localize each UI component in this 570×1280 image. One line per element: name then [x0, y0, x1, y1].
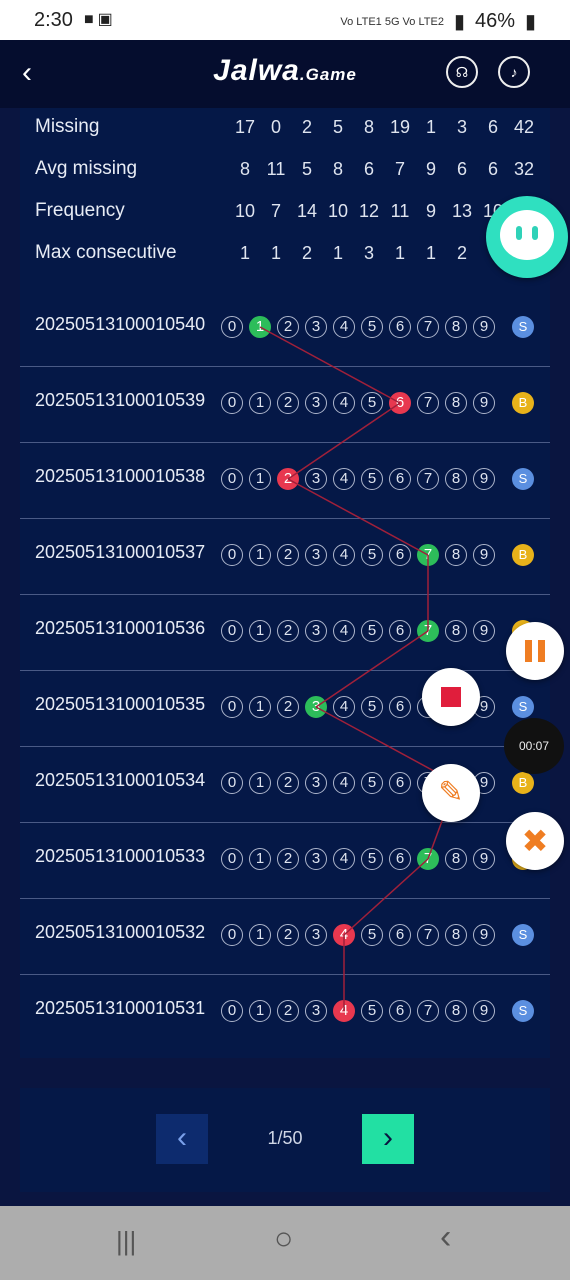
chevron-right-icon: › [383, 1121, 393, 1154]
tools-icon: ✖ [521, 823, 549, 859]
app-logo: Jalwa.Game [0, 54, 570, 88]
previous-page-button[interactable]: ‹ [156, 1114, 208, 1164]
chat-bot-button[interactable] [486, 196, 568, 278]
trend-segment [259, 326, 401, 404]
trend-panel: Missing 17 0 2 5 8 19 1 3 6 42 Avg missing 8 11 5 8 6 7 9 6… [20, 108, 550, 1058]
status-left-icons: ■▣ [84, 9, 117, 29]
network-label: Vo LTE1 5G Vo LTE2 [340, 15, 444, 28]
page-indicator: 1/50 [267, 1128, 303, 1148]
trend-line-chart [259, 326, 457, 1011]
pause-recording-button[interactable] [506, 622, 564, 680]
battery-icon: ▮ [524, 11, 536, 33]
logo-suffix: .Game [299, 65, 357, 84]
brush-icon: ✎ [438, 776, 464, 809]
pagination: ‹ 1/50 › [20, 1088, 550, 1192]
trend-segment [287, 402, 401, 480]
status-time: 2:30 [34, 9, 73, 31]
logo-main: Jalwa [213, 54, 300, 87]
trend-segment [315, 630, 429, 708]
chat-bot-icon [500, 210, 554, 260]
battery-level: 46% [474, 10, 515, 32]
stop-icon [441, 687, 461, 707]
pause-icon [525, 640, 532, 662]
home-button[interactable]: ○ [274, 1220, 293, 1257]
status-right: Vo LTE1 5G Vo LTE2 ▮ 46% ▮ [340, 9, 536, 34]
music-icon[interactable]: ♪ [498, 56, 530, 88]
system-nav-bar: ||| ○ ‹ [0, 1206, 570, 1280]
chevron-left-icon: ‹ [177, 1121, 187, 1154]
signal-icon: ▮ [453, 11, 465, 33]
image-icon: ▣ [97, 11, 117, 28]
back-nav-button[interactable]: ‹ [440, 1218, 451, 1257]
draw-tool-button[interactable]: ✎ [422, 764, 480, 822]
recording-timer: 00:07 [504, 718, 564, 774]
tools-button[interactable]: ✖ [506, 812, 564, 870]
recents-button[interactable]: ||| [116, 1226, 136, 1257]
status-bar: 2:30 ■▣ Vo LTE1 5G Vo LTE2 ▮ 46% ▮ [0, 0, 570, 40]
customer-service-icon[interactable]: ☊ [446, 56, 478, 88]
stop-recording-button[interactable] [422, 668, 480, 726]
timer-text: 00:07 [518, 739, 550, 753]
trend-segment [287, 478, 429, 556]
trend-segment [343, 858, 429, 936]
app-header: ‹ Jalwa.Game ☊ ♪ [0, 40, 570, 108]
video-camera-icon: ■ [84, 11, 98, 28]
next-page-button[interactable]: › [362, 1114, 414, 1164]
